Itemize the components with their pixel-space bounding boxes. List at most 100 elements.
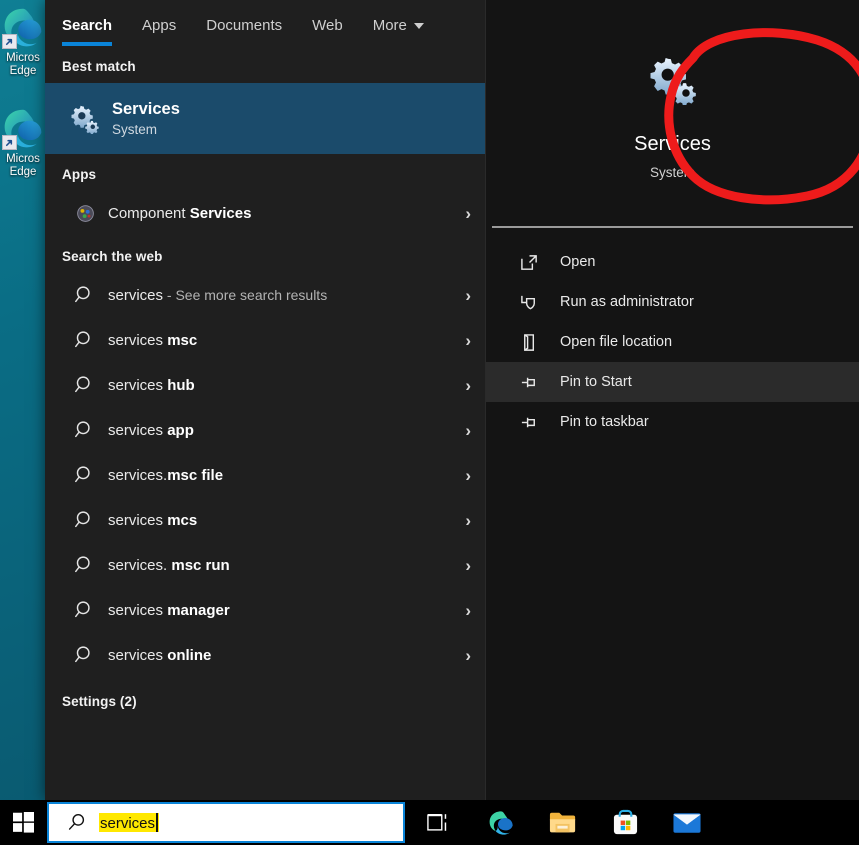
action-run-as-administrator[interactable]: Run as administrator bbox=[486, 282, 859, 322]
chevron-right-icon[interactable]: › bbox=[465, 332, 471, 349]
web-result-label: services. msc run bbox=[108, 557, 230, 574]
app-result-component-services[interactable]: Component Services › bbox=[45, 191, 485, 236]
pin-icon bbox=[520, 413, 560, 432]
search-tabs: Search Apps Documents Web More bbox=[45, 0, 485, 46]
search-icon bbox=[62, 285, 108, 306]
start-button[interactable] bbox=[0, 800, 47, 845]
shortcut-arrow-icon bbox=[2, 34, 17, 49]
mail-icon bbox=[673, 812, 701, 833]
search-flyout: Search Apps Documents Web More Best matc… bbox=[45, 0, 859, 800]
web-result-label: services.msc file bbox=[108, 467, 224, 484]
tab-label: Search bbox=[62, 17, 113, 34]
chevron-right-icon[interactable]: › bbox=[465, 205, 471, 222]
text-caret bbox=[156, 813, 158, 832]
pin-icon bbox=[520, 373, 560, 392]
app-result-label: Component Services bbox=[108, 205, 252, 222]
tab-more[interactable]: More bbox=[373, 17, 424, 43]
chevron-right-icon[interactable]: › bbox=[465, 287, 471, 304]
gears-icon bbox=[648, 55, 698, 110]
web-result-row[interactable]: services online › bbox=[45, 633, 485, 678]
action-open-file-location[interactable]: Open file location bbox=[486, 322, 859, 362]
task-view-button[interactable] bbox=[419, 800, 459, 845]
taskbar-microsoft-store-button[interactable] bbox=[605, 800, 645, 845]
web-result-label: services hub bbox=[108, 377, 195, 394]
preview-divider bbox=[492, 226, 853, 228]
chevron-down-icon bbox=[413, 22, 424, 29]
desktop-icon-label-2: Edge bbox=[9, 65, 37, 77]
desktop-icon-label: Micros bbox=[6, 52, 40, 64]
tab-documents[interactable]: Documents bbox=[206, 17, 282, 43]
search-icon bbox=[68, 814, 85, 830]
action-pin-to-start[interactable]: Pin to Start bbox=[486, 362, 859, 402]
screen: Micros Edge Micros Edge Search Apps Docu… bbox=[0, 0, 859, 845]
search-icon bbox=[62, 375, 108, 396]
microsoft-edge-icon bbox=[1, 107, 45, 151]
web-result-label: services app bbox=[108, 422, 194, 439]
preview-pane: Services System Open Run as administrator… bbox=[485, 0, 859, 800]
search-icon bbox=[62, 330, 108, 351]
microsoft-store-icon bbox=[613, 809, 637, 835]
component-services-icon bbox=[62, 203, 108, 224]
web-result-row[interactable]: services app › bbox=[45, 408, 485, 453]
best-match-subtitle: System bbox=[112, 121, 158, 137]
search-icon bbox=[62, 420, 108, 441]
task-view-icon bbox=[427, 814, 447, 831]
search-icon bbox=[62, 465, 108, 486]
taskbar: services bbox=[0, 800, 859, 845]
shortcut-arrow-icon bbox=[2, 135, 17, 150]
chevron-right-icon[interactable]: › bbox=[465, 512, 471, 529]
search-icon bbox=[62, 645, 108, 666]
tab-label: Documents bbox=[206, 17, 283, 34]
taskbar-file-explorer-button[interactable] bbox=[543, 800, 583, 845]
search-icon bbox=[62, 510, 108, 531]
preview-title: Services bbox=[634, 132, 711, 155]
action-open[interactable]: Open bbox=[486, 242, 859, 282]
tab-web[interactable]: Web bbox=[312, 17, 343, 43]
preview-card: Services System bbox=[486, 0, 859, 228]
preview-subtitle: System bbox=[649, 164, 695, 180]
chevron-right-icon[interactable]: › bbox=[465, 647, 471, 664]
web-result-row[interactable]: services - See more search results › bbox=[45, 273, 485, 318]
tab-label: More bbox=[372, 17, 407, 34]
tab-label: Web bbox=[312, 17, 343, 34]
gears-icon bbox=[62, 104, 108, 134]
web-result-row[interactable]: services manager › bbox=[45, 588, 485, 633]
chevron-right-icon[interactable]: › bbox=[465, 422, 471, 439]
taskbar-search-box[interactable]: services bbox=[47, 802, 405, 843]
tab-search[interactable]: Search bbox=[62, 17, 113, 46]
best-match-result-services[interactable]: Services System bbox=[45, 83, 485, 154]
microsoft-edge-icon bbox=[1, 6, 45, 50]
preview-action-list: Open Run as administrator Open file locati… bbox=[486, 228, 859, 442]
web-result-label: services - See more search results bbox=[108, 287, 328, 304]
red-circle-annotation bbox=[664, 28, 859, 205]
web-result-row[interactable]: services.msc file › bbox=[45, 453, 485, 498]
folder-open-icon bbox=[520, 333, 560, 352]
best-match-title: Services bbox=[112, 99, 180, 118]
tab-apps[interactable]: Apps bbox=[142, 17, 176, 43]
open-icon bbox=[520, 253, 560, 272]
search-icon bbox=[62, 555, 108, 576]
action-label: Open file location bbox=[560, 334, 673, 350]
web-result-row[interactable]: services msc › bbox=[45, 318, 485, 363]
search-icon bbox=[62, 600, 108, 621]
action-pin-to-taskbar[interactable]: Pin to taskbar bbox=[486, 402, 859, 442]
windows-logo-icon bbox=[13, 812, 34, 833]
web-result-row[interactable]: services hub › bbox=[45, 363, 485, 408]
taskbar-edge-button[interactable] bbox=[481, 800, 521, 845]
web-result-label: services msc bbox=[108, 332, 198, 349]
action-label: Pin to taskbar bbox=[560, 414, 649, 430]
desktop-icon-edge-1[interactable]: Micros Edge bbox=[0, 6, 46, 78]
search-results-pane: Search Apps Documents Web More Best matc… bbox=[45, 0, 485, 800]
web-result-row[interactable]: services. msc run › bbox=[45, 543, 485, 588]
search-input-value[interactable]: services bbox=[99, 813, 159, 832]
chevron-right-icon[interactable]: › bbox=[465, 557, 471, 574]
chevron-right-icon[interactable]: › bbox=[465, 602, 471, 619]
desktop-icon-edge-2[interactable]: Micros Edge bbox=[0, 107, 46, 179]
settings-header: Settings (2) bbox=[62, 694, 137, 709]
web-result-row[interactable]: services mcs › bbox=[45, 498, 485, 543]
shield-icon bbox=[520, 293, 560, 312]
chevron-right-icon[interactable]: › bbox=[465, 467, 471, 484]
taskbar-mail-button[interactable] bbox=[667, 800, 707, 845]
chevron-right-icon[interactable]: › bbox=[465, 377, 471, 394]
action-label: Pin to Start bbox=[560, 374, 632, 390]
